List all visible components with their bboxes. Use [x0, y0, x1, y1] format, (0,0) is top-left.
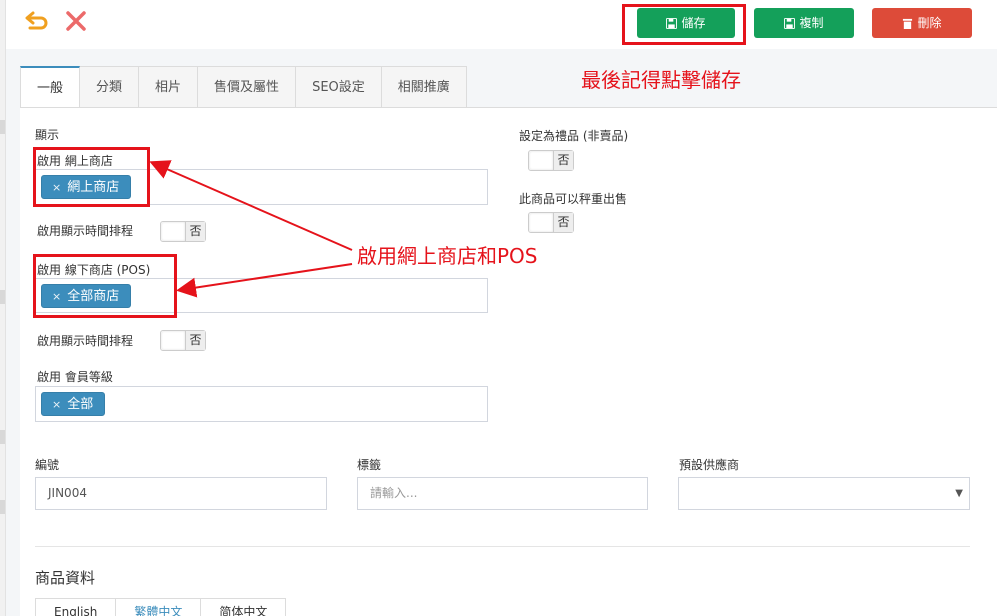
code-input[interactable]: JIN004 — [35, 477, 327, 510]
tab-related-promotion[interactable]: 相關推廣 — [381, 66, 467, 108]
toggle-knob — [529, 151, 554, 170]
toggle-knob — [161, 222, 186, 241]
chip-label: 全部 — [67, 397, 94, 412]
top-toolbar: 儲存 複制 刪除 — [6, 0, 997, 49]
schedule-toggle[interactable]: 否 — [160, 330, 206, 351]
tab-general[interactable]: 一般 — [20, 66, 81, 108]
close-x-icon[interactable] — [64, 9, 88, 33]
toggle-value: 否 — [554, 151, 573, 170]
toggle-value: 否 — [554, 213, 573, 232]
toggle-knob — [529, 213, 554, 232]
supplier-label: 預設供應商 — [679, 458, 740, 472]
schedule-label: 啟用顯示時間排程 — [37, 334, 134, 348]
schedule-label: 啟用顯示時間排程 — [37, 224, 134, 238]
product-tabs: 一般 分類 相片 售價及屬性 SEO設定 相關推廣 — [20, 66, 467, 108]
dropdown-caret-icon: ▼ — [955, 488, 963, 499]
toggle-knob — [161, 331, 186, 350]
product-info-title: 商品資料 — [35, 569, 96, 587]
sidebar-edge-mark — [0, 290, 5, 304]
online-store-highlight-box — [33, 147, 150, 207]
tag-input[interactable]: 請輸入... — [357, 477, 648, 510]
schedule-toggle[interactable]: 否 — [160, 221, 206, 242]
member-level-chip[interactable]: × 全部 — [41, 392, 106, 416]
toggle-value: 否 — [186, 222, 205, 241]
copy-button[interactable]: 複制 — [754, 8, 854, 38]
delete-button-label: 刪除 — [917, 16, 942, 30]
section-divider — [35, 546, 970, 547]
toggle-value: 否 — [186, 331, 205, 350]
sidebar-edge-mark — [0, 500, 5, 514]
gift-label: 設定為禮品 (非賣品) — [519, 129, 629, 143]
save-highlight-box — [622, 4, 746, 45]
tab-category[interactable]: 分類 — [80, 66, 140, 108]
save-note: 最後記得點擊儲存 — [581, 68, 741, 92]
pos-highlight-box — [33, 254, 177, 318]
display-section-label: 顯示 — [35, 128, 60, 142]
enable-note: 啟用網上商店和POS — [357, 244, 538, 268]
copy-button-label: 複制 — [799, 16, 824, 30]
tab-seo[interactable]: SEO設定 — [296, 66, 382, 108]
sidebar-edge-mark — [0, 430, 5, 444]
remove-chip-icon[interactable]: × — [52, 398, 61, 411]
member-level-label: 啟用 會員等級 — [37, 370, 113, 384]
tag-label: 標籤 — [357, 458, 382, 472]
tab-price-attributes[interactable]: 售價及屬性 — [198, 66, 297, 108]
weigh-sale-toggle[interactable]: 否 — [528, 212, 574, 233]
code-label: 編號 — [35, 458, 60, 472]
language-tabs: English 繁體中文 简体中文 — [35, 598, 287, 616]
sidebar-edge-mark — [0, 120, 5, 134]
trash-icon — [903, 18, 913, 29]
floppy-disk-icon — [784, 17, 796, 29]
supplier-select[interactable]: ▼ — [678, 477, 970, 510]
gift-toggle[interactable]: 否 — [528, 150, 574, 171]
tab-simplified-chinese[interactable]: 简体中文 — [201, 598, 287, 616]
tab-traditional-chinese[interactable]: 繁體中文 — [116, 598, 202, 616]
tab-english[interactable]: English — [35, 598, 117, 616]
tab-photos[interactable]: 相片 — [139, 66, 199, 108]
undo-arrow-icon[interactable] — [24, 10, 50, 32]
delete-button[interactable]: 刪除 — [872, 8, 972, 38]
weigh-sale-label: 此商品可以秤重出售 — [519, 192, 628, 206]
